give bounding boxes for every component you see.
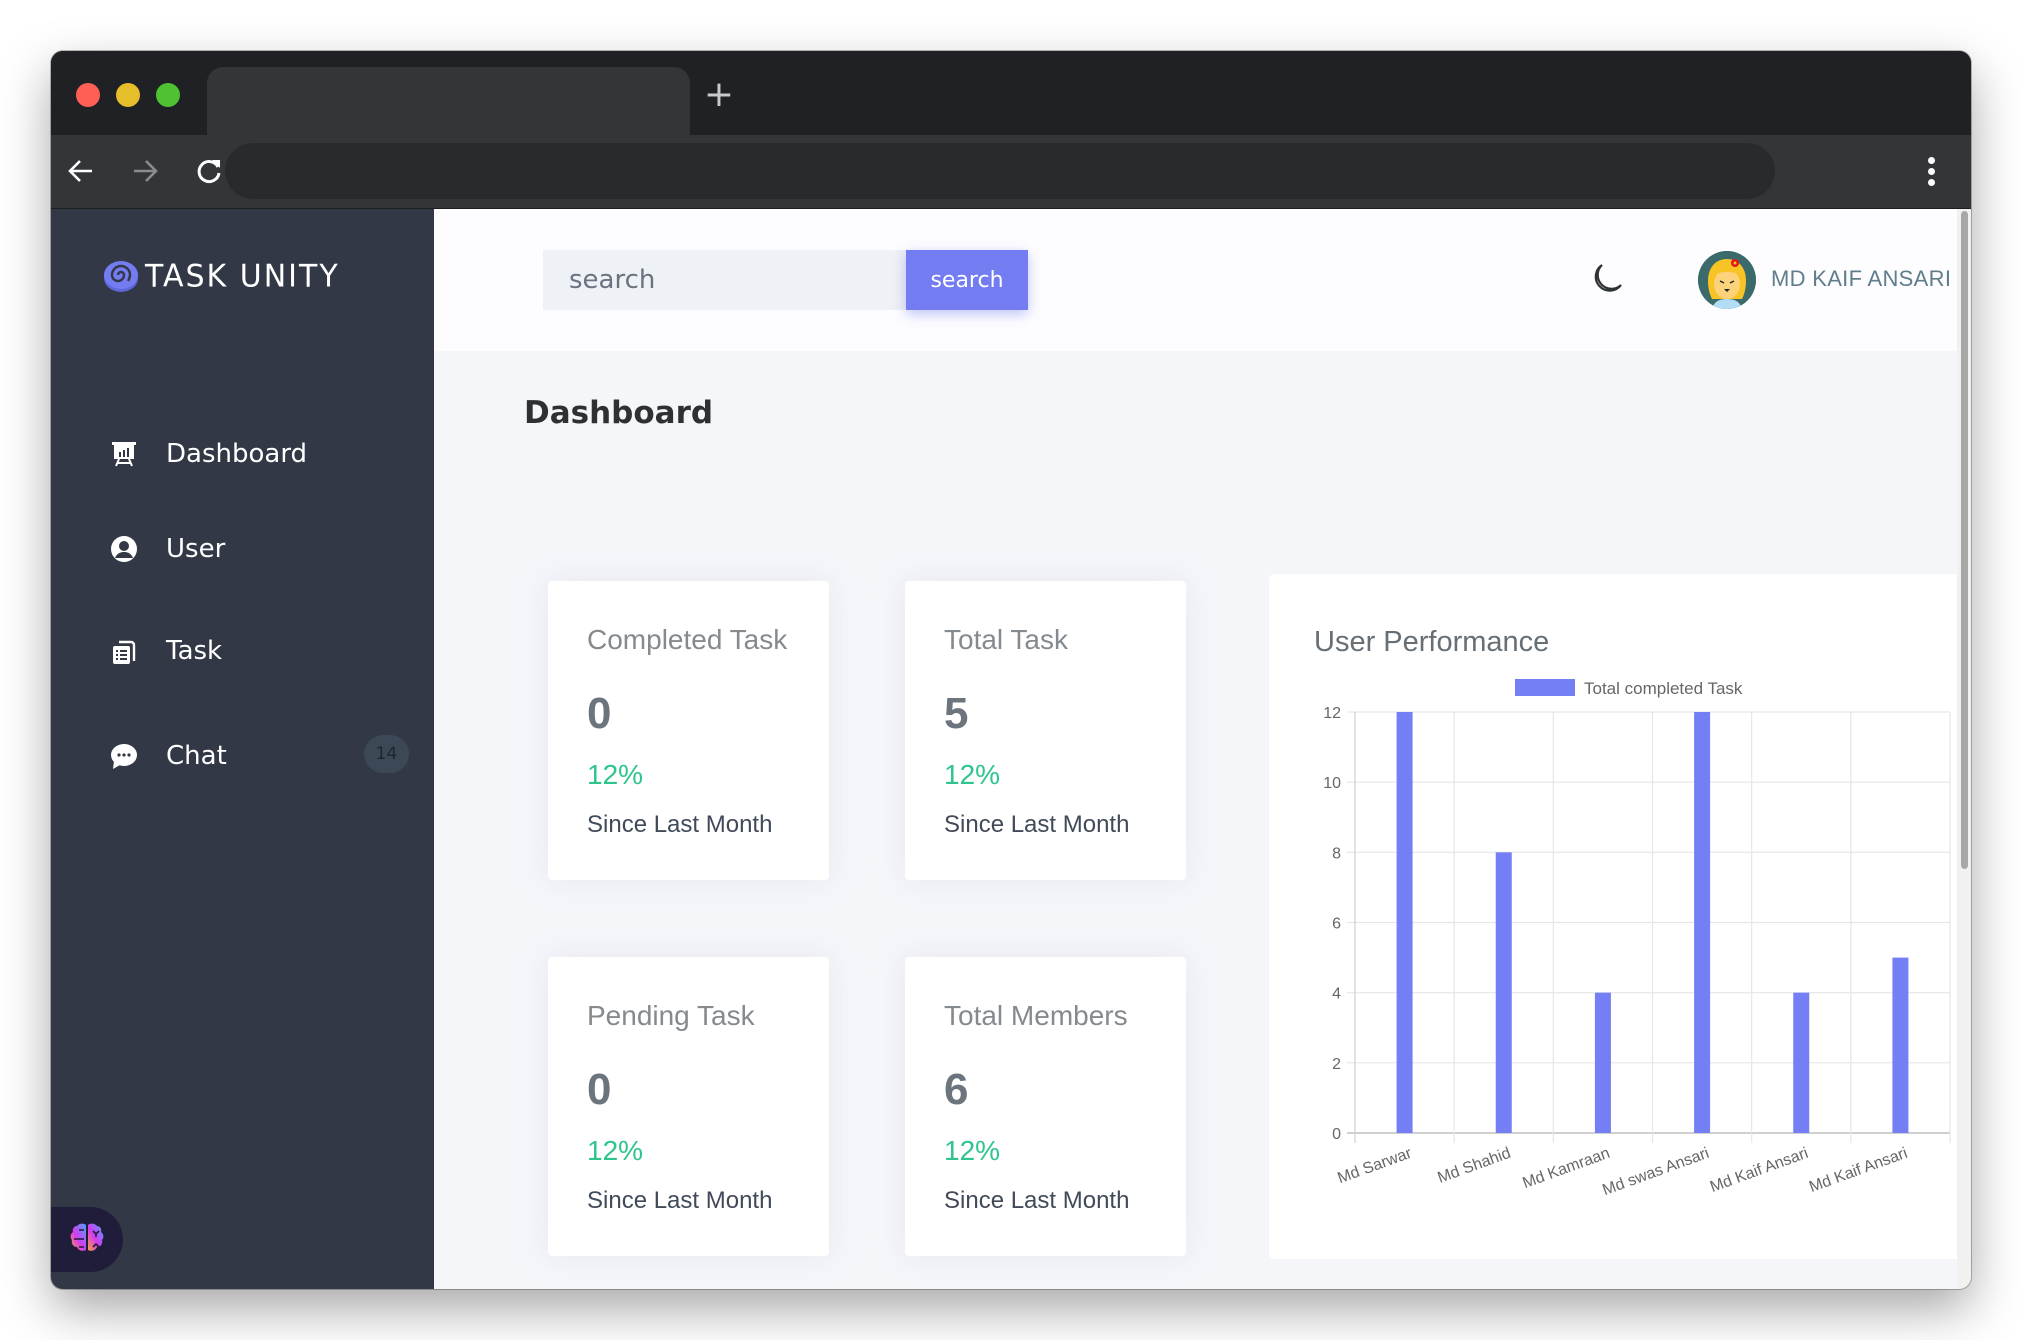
y-tick-label: 2 — [1332, 1056, 1341, 1073]
stat-card-percent: 12% — [944, 1135, 1001, 1166]
sidebar-item-task[interactable]: Task — [109, 631, 409, 671]
bar — [1694, 712, 1711, 1133]
sidebar-item-label: User — [166, 534, 226, 564]
chat-count-badge: 14 — [364, 735, 409, 773]
legend-swatch — [1515, 679, 1575, 696]
stat-card-title: Pending Task — [587, 1000, 755, 1031]
app-logo[interactable]: TASK UNITY — [103, 257, 340, 295]
stat-card-percent: 12% — [587, 759, 644, 790]
user-avatar[interactable] — [1698, 251, 1756, 309]
sidebar-item-label: Task — [166, 636, 223, 666]
sidebar: TASK UNITY Dashboard User Task Chat 14 — [51, 209, 434, 1289]
sidebar-item-label: Dashboard — [166, 439, 308, 469]
bar — [1594, 992, 1611, 1133]
stat-card-title: Completed Task — [587, 624, 788, 655]
stat-card-completed-task: Completed Task 0 12% Since Last Month — [548, 581, 829, 880]
x-tick-label: Md swas Ansari — [1600, 1145, 1711, 1199]
bar — [1495, 852, 1512, 1133]
browser-menu-button[interactable] — [1921, 153, 1941, 189]
x-tick-label: Md Kamraan — [1520, 1145, 1612, 1192]
search-input[interactable] — [543, 250, 906, 310]
sidebar-item-label: Chat — [166, 741, 227, 771]
bar — [1892, 957, 1909, 1133]
address-bar[interactable] — [225, 143, 1775, 199]
avatar-illustration-icon — [1698, 251, 1756, 309]
y-tick-label: 0 — [1332, 1126, 1341, 1143]
presentation-chart-icon — [109, 439, 139, 469]
bar — [1793, 992, 1810, 1133]
user-performance-card: User Performance 0 2 4 6 8 10 12 Md Sarwar Md Sh… — [1269, 574, 1971, 1259]
stat-card-since: Since Last Month — [944, 1187, 1130, 1214]
stat-card-value: 0 — [587, 689, 612, 738]
stat-card-pending-task: Pending Task 0 12% Since Last Month — [548, 957, 829, 1256]
stat-card-total-task: Total Task 5 12% Since Last Month — [905, 581, 1186, 880]
user-name[interactable]: MD KAIF ANSARI — [1771, 266, 1951, 292]
spiral-logo-icon — [104, 261, 138, 292]
back-button[interactable] — [63, 153, 99, 189]
browser-window: + TASK UNITY Dashboard User Task Chat 14… — [51, 51, 1971, 1289]
clipboard-list-icon — [109, 636, 139, 666]
browser-tab[interactable] — [207, 67, 690, 135]
sidebar-item-chat[interactable]: Chat 14 — [109, 735, 409, 776]
stat-card-value: 5 — [944, 689, 969, 738]
sidebar-item-dashboard[interactable]: Dashboard — [109, 434, 409, 474]
moon-icon — [1594, 264, 1622, 292]
sidebar-item-user[interactable]: User — [109, 529, 409, 569]
arrow-right-icon — [134, 160, 158, 182]
stat-card-value: 0 — [587, 1065, 612, 1114]
page-title: Dashboard — [524, 395, 714, 431]
scrollbar-thumb[interactable] — [1961, 211, 1968, 869]
y-tick-label: 4 — [1332, 986, 1341, 1003]
stat-card-title: Total Task — [944, 624, 1068, 655]
tab-bar: + — [51, 51, 1971, 135]
stat-card-value: 6 — [944, 1065, 969, 1114]
main-content: search MD KAIF ANSA — [434, 209, 1971, 1289]
stat-card-since: Since Last Month — [587, 811, 773, 838]
menu-dot-icon — [1927, 156, 1935, 164]
stat-card-percent: 12% — [587, 1135, 644, 1166]
stat-card-percent: 12% — [944, 759, 1001, 790]
chat-bubble-icon — [109, 741, 139, 771]
logo-text: TASK UNITY — [145, 257, 340, 295]
browser-toolbar — [51, 135, 1971, 209]
top-header: search MD KAIF ANSA — [434, 209, 1971, 351]
new-tab-button[interactable]: + — [701, 77, 737, 113]
stat-card-since: Since Last Month — [944, 811, 1130, 838]
y-tick-label: 8 — [1332, 845, 1341, 862]
menu-dot-icon — [1927, 178, 1935, 186]
reload-button[interactable] — [191, 153, 227, 189]
page-scrollbar[interactable] — [1957, 209, 1971, 1289]
bar — [1396, 712, 1413, 1133]
x-tick-label: Md Shahid — [1435, 1145, 1513, 1187]
menu-dot-icon — [1927, 167, 1935, 175]
y-tick-label: 10 — [1323, 775, 1341, 792]
user-circle-icon — [109, 534, 139, 564]
brain-icon — [70, 1223, 104, 1251]
x-tick-label: Md Sarwar — [1335, 1145, 1414, 1188]
y-tick-label: 12 — [1323, 705, 1341, 722]
stat-card-since: Since Last Month — [587, 1187, 773, 1214]
forward-button[interactable] — [127, 153, 163, 189]
theme-toggle-button[interactable] — [1589, 261, 1625, 297]
y-tick-label: 6 — [1332, 916, 1341, 933]
stat-card-total-members: Total Members 6 12% Since Last Month — [905, 957, 1186, 1256]
maximize-window-button[interactable] — [156, 83, 180, 107]
close-window-button[interactable] — [76, 83, 100, 107]
ai-assistant-button[interactable] — [51, 1207, 123, 1272]
page-viewport: TASK UNITY Dashboard User Task Chat 14 s… — [51, 209, 1971, 1289]
search-button[interactable]: search — [906, 250, 1028, 310]
legend-label: Total completed Task — [1584, 679, 1743, 698]
stat-card-title: Total Members — [944, 1000, 1128, 1031]
reload-icon — [197, 160, 221, 183]
minimize-window-button[interactable] — [116, 83, 140, 107]
arrow-left-icon — [68, 160, 92, 182]
x-tick-label: Md Kaif Ansari — [1807, 1145, 1910, 1196]
x-tick-label: Md Kaif Ansari — [1708, 1145, 1811, 1196]
user-performance-chart: 024681012Md Sarwar Md Shahid Md KamraanMd … — [1323, 679, 1951, 1199]
